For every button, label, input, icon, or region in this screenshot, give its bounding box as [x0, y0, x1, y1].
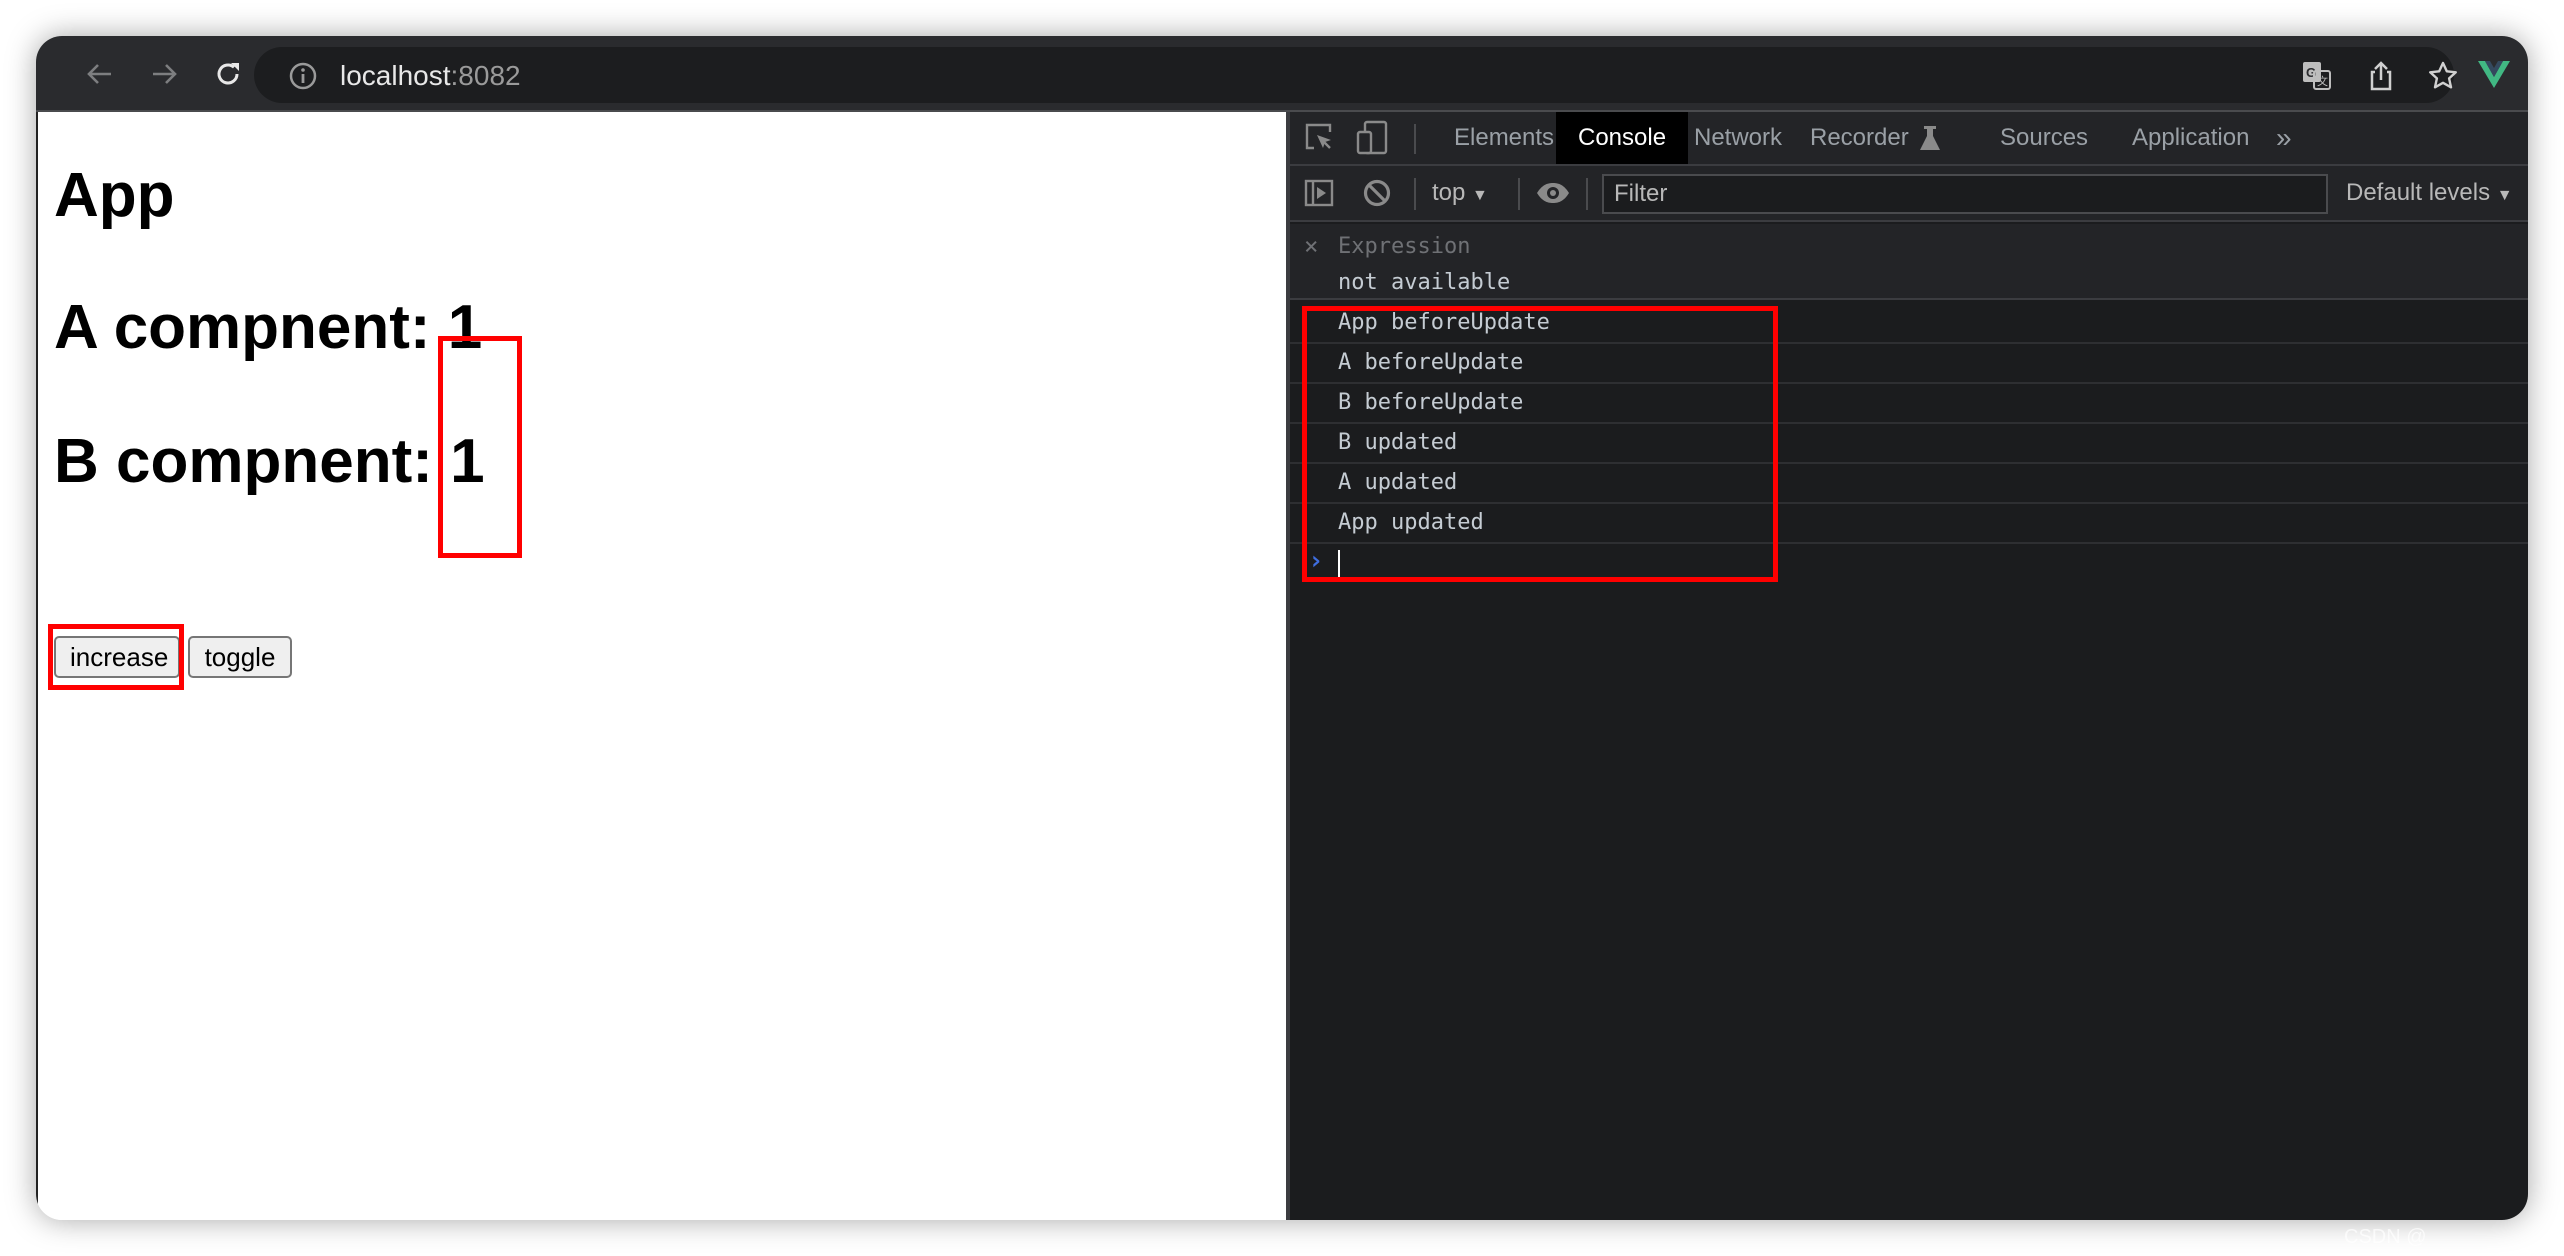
toggle-button[interactable]: toggle — [188, 636, 292, 678]
remove-expression-button[interactable]: × — [1304, 232, 1318, 260]
tab-application[interactable]: Application — [2110, 112, 2271, 164]
devtools-tab-bar: Elements Console Network Recorder Source… — [1290, 112, 2528, 166]
flask-icon — [1919, 126, 1940, 150]
translate-button[interactable]: G文 — [2300, 59, 2334, 93]
reload-button[interactable] — [208, 54, 248, 94]
sidebar-toggle-icon — [1304, 179, 1334, 207]
tab-elements[interactable]: Elements — [1432, 112, 1576, 164]
sidebar-toggle-button[interactable] — [1304, 178, 1334, 213]
expression-value: not available — [1338, 270, 1511, 295]
expression-input[interactable]: Expression — [1338, 234, 1470, 259]
url-host: localhost — [340, 60, 451, 91]
site-info-button[interactable] — [286, 59, 320, 93]
a-component-label: A compnent: — [54, 293, 448, 362]
address-bar[interactable]: localhost:8082 G文 — [254, 47, 2457, 103]
clear-console-icon — [1363, 179, 1391, 207]
separator — [1586, 178, 1588, 210]
url-port: :8082 — [450, 60, 521, 91]
app-title: App — [54, 161, 175, 230]
browser-toolbar: localhost:8082 G文 — [36, 36, 2528, 112]
bookmark-button[interactable] — [2426, 59, 2460, 93]
tab-console[interactable]: Console — [1556, 112, 1689, 164]
b-component-value: 1 — [450, 427, 485, 496]
log-levels-label: Default levels — [2346, 179, 2491, 206]
separator — [1414, 178, 1416, 210]
forward-button[interactable] — [144, 54, 184, 94]
info-icon — [289, 62, 317, 90]
log-message: A beforeUpdate — [1290, 344, 2528, 384]
watermark: CSDN @ — [2344, 1226, 2427, 1248]
inspect-element-button[interactable] — [1304, 122, 1336, 159]
tab-network[interactable]: Network — [1672, 112, 1804, 164]
reload-icon — [217, 63, 239, 85]
console-filter-input[interactable]: Filter — [1602, 174, 2328, 214]
log-message: App beforeUpdate — [1290, 304, 2528, 344]
a-component-heading: A compnent: 1 — [54, 292, 482, 363]
clear-console-button[interactable] — [1362, 178, 1392, 213]
bookmark-star-icon — [2429, 61, 2457, 89]
back-button[interactable] — [80, 54, 120, 94]
log-message: A updated — [1290, 464, 2528, 504]
separator — [1518, 178, 1520, 210]
tab-sources[interactable]: Sources — [1978, 112, 2110, 164]
log-message: App updated — [1290, 504, 2528, 544]
increase-button[interactable]: increase — [54, 636, 180, 678]
vue-devtools-extension[interactable] — [2474, 54, 2514, 94]
live-expression: × Expression not available — [1290, 224, 2528, 300]
back-icon — [87, 64, 111, 84]
devtools-panel: Elements Console Network Recorder Source… — [1286, 112, 2528, 1220]
log-message: B beforeUpdate — [1290, 384, 2528, 424]
inspect-cursor-icon — [1305, 123, 1332, 150]
prompt-chevron-icon: › — [1308, 546, 1324, 576]
eye-icon — [1537, 183, 1569, 203]
text-cursor — [1338, 550, 1340, 580]
log-message: B updated — [1290, 424, 2528, 464]
page-viewport: App A compnent: 1 B compnent: 1 increase… — [36, 112, 1286, 1220]
separator — [1414, 124, 1416, 154]
tab-recorder-label: Recorder — [1810, 124, 1909, 151]
dropdown-arrow-icon: ▼ — [1472, 187, 1488, 204]
device-toggle-icon — [1356, 120, 1388, 155]
b-component-label: B compnent: — [54, 427, 451, 496]
device-toolbar-button[interactable] — [1356, 120, 1388, 161]
log-levels-dropdown[interactable]: Default levels ▼ — [2346, 166, 2513, 220]
url-text[interactable]: localhost:8082 — [340, 60, 521, 92]
vue-devtools-icon — [2478, 61, 2510, 88]
share-button[interactable] — [2364, 59, 2398, 93]
dropdown-arrow-icon: ▼ — [2496, 187, 2513, 204]
share-icon — [2370, 61, 2392, 91]
live-expression-button[interactable] — [1536, 178, 1570, 213]
b-component-heading: B compnent: 1 — [54, 426, 485, 497]
console-toolbar: top ▼ Filter Default levels ▼ — [1290, 166, 2528, 222]
browser-window: localhost:8082 G文 App A compnent: 1 B co… — [36, 36, 2528, 1220]
context-selector-label: top — [1432, 179, 1466, 206]
translate-icon: G文 — [2303, 62, 2331, 90]
forward-icon — [153, 64, 177, 84]
tab-recorder[interactable]: Recorder — [1788, 112, 1963, 164]
more-tabs-button[interactable]: » — [2254, 112, 2314, 164]
console-prompt[interactable]: › — [1290, 544, 2528, 584]
a-component-value: 1 — [447, 293, 483, 362]
svg-text:文: 文 — [2317, 74, 2328, 88]
context-selector[interactable]: top ▼ — [1432, 166, 1488, 220]
